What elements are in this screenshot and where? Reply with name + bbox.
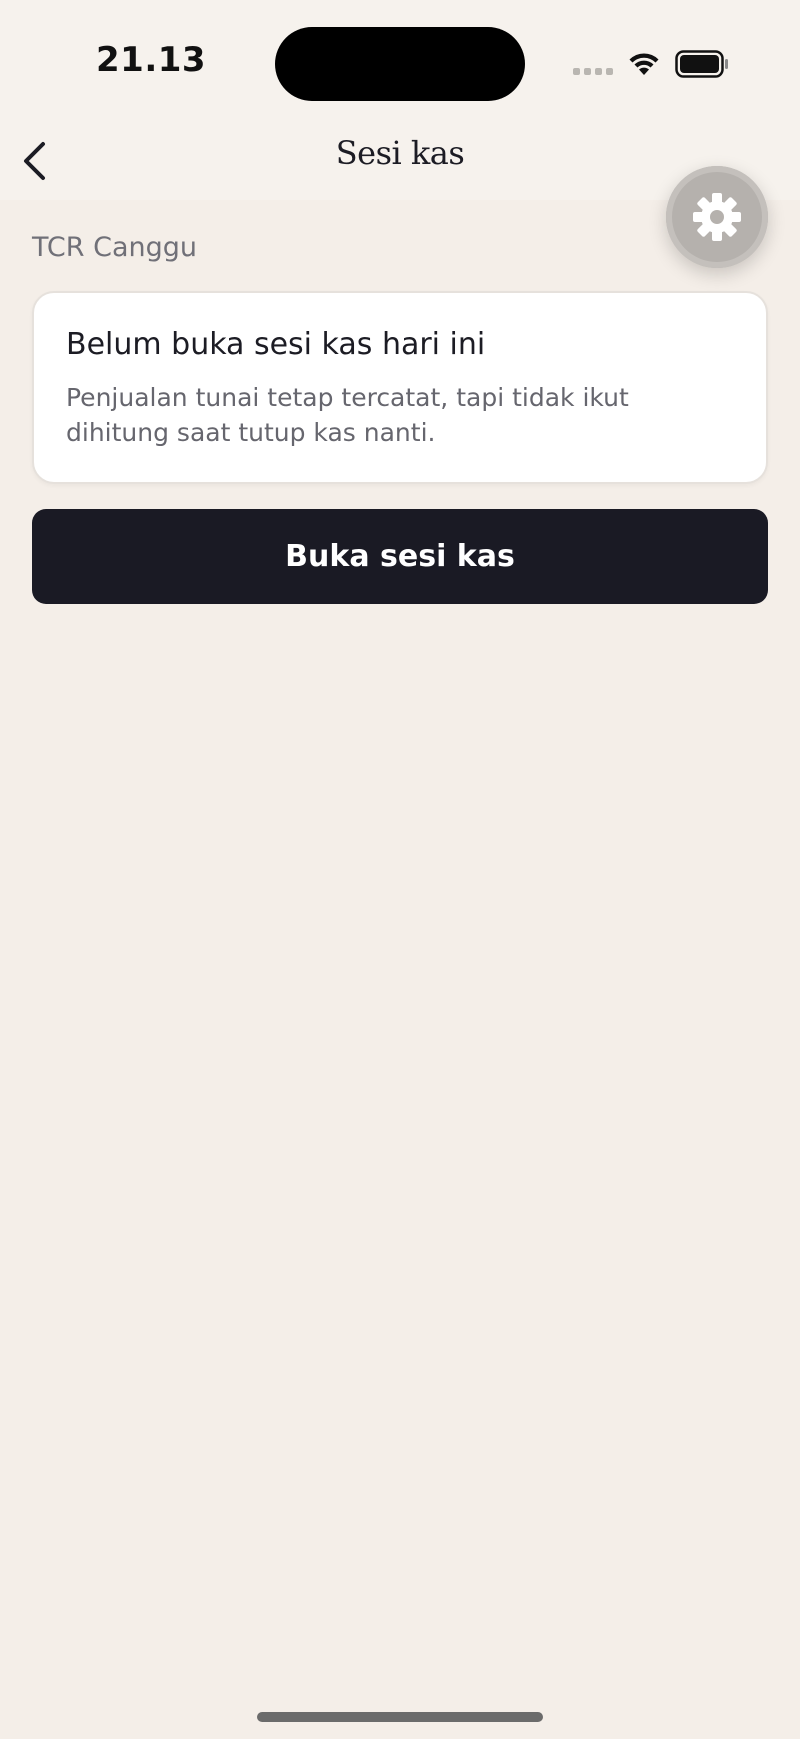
status-bar: 21.13 (0, 0, 800, 120)
wifi-icon (629, 53, 659, 75)
chevron-left-icon (24, 142, 45, 180)
store-name: TCR Canggu (32, 232, 198, 263)
notice-body: Penjualan tunai tetap tercatat, tapi tid… (66, 383, 629, 447)
home-indicator[interactable] (257, 1712, 543, 1722)
settings-fab-button[interactable] (666, 166, 768, 268)
open-cash-session-button[interactable]: Buka sesi kas (32, 509, 768, 604)
notice-title: Belum buka sesi kas hari ini (66, 327, 486, 362)
status-time: 21.13 (96, 40, 207, 80)
battery-icon (675, 50, 728, 78)
dynamic-island (275, 27, 525, 101)
cellular-signal-icon (573, 68, 613, 75)
back-button[interactable] (10, 134, 62, 186)
gear-icon (693, 193, 741, 241)
notice-card: Belum buka sesi kas hari ini Penjualan t… (32, 291, 768, 484)
page-title: Sesi kas (335, 134, 465, 172)
